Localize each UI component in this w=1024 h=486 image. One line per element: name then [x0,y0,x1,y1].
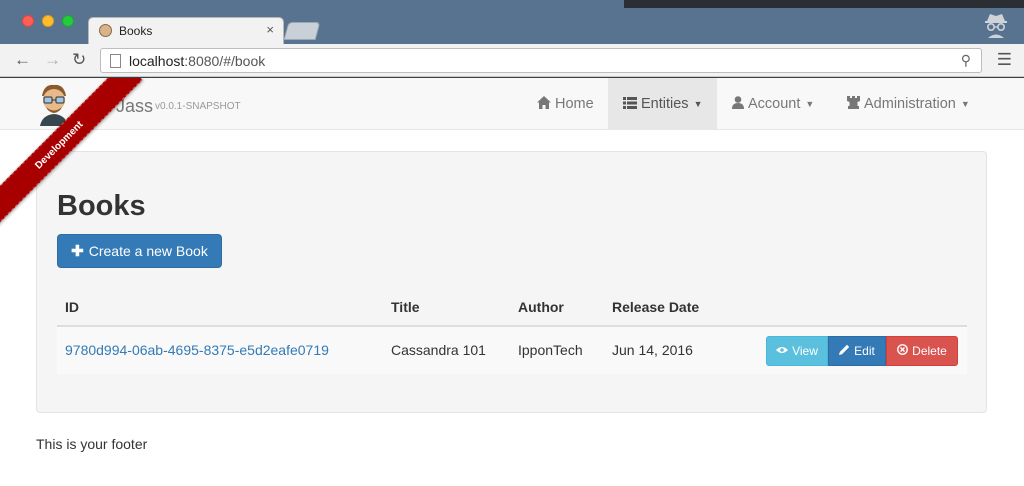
user-icon [732,95,744,112]
table-header: ID Title Author Release Date [57,291,967,327]
remove-circle-icon [897,344,909,358]
book-title: Cassandra 101 [391,342,486,358]
page-icon [110,54,121,68]
create-book-button[interactable]: ✚ Create a new Book [57,234,222,268]
column-header-release-date[interactable]: Release Date [612,299,699,315]
close-window-button[interactable] [22,15,34,27]
list-icon [623,96,637,112]
book-id-link[interactable]: 9780d994-06ab-4695-8375-e5d2eafe0719 [65,342,329,358]
key-icon[interactable]: ⚲ [961,52,971,69]
tab-title: Books [119,24,153,38]
new-tab-button[interactable] [283,22,321,40]
browser-toolbar: ← → ↻ localhost:8080/#/book ⚲ ☰ [0,44,1024,77]
content-well: Books ✚ Create a new Book ID Title Autho… [36,151,987,413]
page-footer: This is your footer [36,436,148,452]
delete-button[interactable]: Delete [886,336,958,366]
browser-titlebar: Books × [0,0,1024,44]
forward-arrow-icon[interactable]: → [44,50,61,70]
titlebar-edge [624,0,1024,8]
dev-ribbon-wrapper: Development [0,78,150,228]
nav-account[interactable]: Account ▼ [732,78,814,129]
nav-administration-label: Administration [864,95,956,112]
browser-tab[interactable]: Books × [88,17,284,44]
edit-label: Edit [854,344,875,358]
books-table: ID Title Author Release Date 9780d994-06… [57,291,967,374]
incognito-icon [985,14,1007,38]
eye-icon [776,345,789,357]
table-row: 9780d994-06ab-4695-8375-e5d2eafe0719 Cas… [57,327,967,374]
home-icon [537,95,551,112]
column-header-title[interactable]: Title [391,299,420,315]
url-text[interactable]: localhost:8080/#/book [129,53,265,69]
nav-entities-label: Entities [641,95,689,112]
edit-button[interactable]: Edit [828,336,886,366]
url-host: localhost [129,53,185,69]
delete-label: Delete [912,344,947,358]
url-path: :8080/#/book [184,53,266,69]
tab-close-icon[interactable]: × [266,22,274,37]
address-bar[interactable]: localhost:8080/#/book ⚲ [100,48,982,73]
row-actions: View Edit Delete [766,336,958,366]
back-arrow-icon[interactable]: ← [14,50,31,70]
create-book-label: Create a new Book [88,243,208,259]
nav-account-label: Account [748,95,801,112]
menu-icon[interactable]: ☰ [997,50,1012,70]
tower-icon [847,95,860,112]
app-navbar: Jass v0.0.1-SNAPSHOT Home Entities ▼ Acc… [0,78,1024,130]
reload-icon[interactable]: ↻ [72,50,86,70]
book-release-date: Jun 14, 2016 [612,342,693,358]
maximize-window-button[interactable] [62,15,74,27]
column-header-id[interactable]: ID [65,299,79,315]
nav-home-label: Home [555,95,594,112]
development-ribbon: Development [0,78,143,228]
web-page: Jass v0.0.1-SNAPSHOT Home Entities ▼ Acc… [0,78,1024,486]
caret-down-icon: ▼ [805,98,815,109]
nav-administration[interactable]: Administration ▼ [847,78,970,129]
view-label: View [792,344,818,358]
column-header-author[interactable]: Author [518,299,564,315]
plus-icon: ✚ [71,243,84,260]
pencil-icon [839,344,850,358]
caret-down-icon: ▼ [960,98,970,109]
minimize-window-button[interactable] [42,15,54,27]
view-button[interactable]: View [766,336,828,366]
brand-version: v0.0.1-SNAPSHOT [155,101,241,112]
nav-entities[interactable]: Entities ▼ [608,78,717,129]
tab-favicon-icon [99,24,112,37]
caret-down-icon: ▼ [693,98,703,109]
nav-home[interactable]: Home [537,78,594,129]
book-author: IpponTech [518,342,583,358]
